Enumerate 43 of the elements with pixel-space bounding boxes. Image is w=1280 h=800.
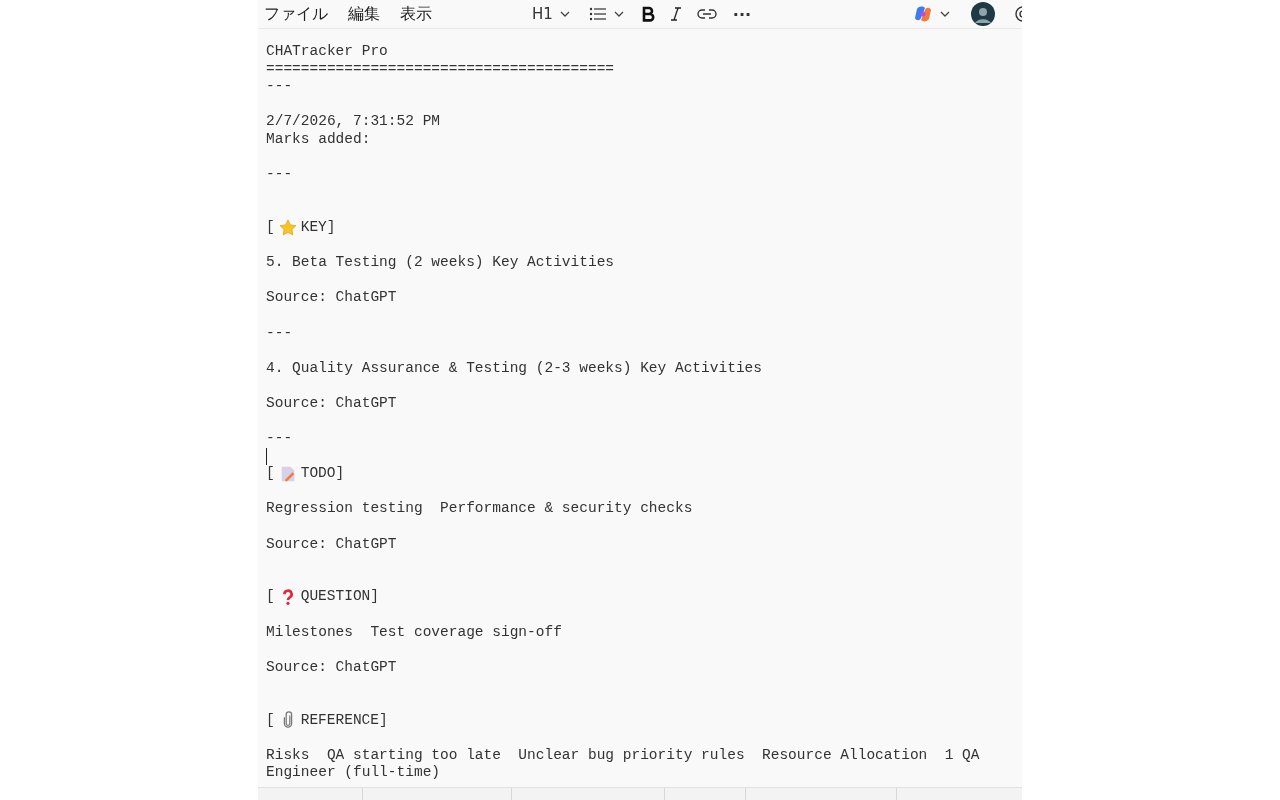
more-button[interactable]: ···: [730, 4, 754, 24]
heading-dropdown[interactable]: H1: [530, 5, 573, 23]
text-line: Source: ChatGPT: [266, 535, 398, 554]
chevron-down-icon: [612, 10, 625, 18]
text-line: Engineer (full-time): [266, 764, 442, 782]
text-line: 4. Quality Assurance & Testing (2-3 weeks) Key Activities: [266, 359, 763, 378]
tag-label: QUESTION]: [300, 588, 380, 606]
text-line: CHATracker Pro: [266, 43, 389, 61]
avatar[interactable]: [971, 2, 995, 26]
text-line: Regression testing Performance & security checks: [266, 500, 694, 519]
text-line: ---: [266, 324, 294, 343]
text-line: Milestones Test coverage sign-off: [266, 623, 563, 642]
text-line: Source: ChatGPT: [266, 289, 398, 307]
text-line: ---: [266, 166, 294, 184]
tag-label: KEY]: [300, 218, 336, 237]
bold-icon[interactable]: [640, 6, 655, 22]
menu-item[interactable]: 表示: [396, 3, 436, 25]
bracket: [: [266, 588, 275, 606]
bracket: [: [266, 711, 275, 730]
text-cursor: [266, 447, 267, 465]
bracket: [: [266, 465, 275, 483]
text-line: ---: [266, 78, 294, 96]
text-line: 2/7/2026, 7:31:52 PM: [266, 113, 442, 131]
tag-label: TODO]: [300, 465, 345, 483]
chevron-down-icon: [558, 10, 571, 18]
text-line: Marks added:: [266, 130, 372, 149]
text-line: Source: ChatGPT: [266, 394, 398, 413]
text-line: ========================================: [266, 60, 616, 79]
text-line: Risks QA starting too late Unclear bug priority rules Resource Allocation 1 QA: [266, 746, 981, 765]
settings-icon[interactable]: [1013, 4, 1022, 24]
chevron-down-icon: [939, 10, 951, 18]
copilot-icon: [913, 4, 933, 24]
menu-item[interactable]: 編集: [344, 3, 384, 25]
text-line: 5. Beta Testing (2 weeks) Key Activities: [266, 254, 616, 272]
text-line: ---: [266, 430, 294, 448]
italic-icon[interactable]: [668, 6, 683, 22]
link-icon[interactable]: [696, 8, 717, 20]
star-icon: [278, 218, 297, 237]
tag-label: REFERENCE]: [300, 711, 388, 730]
text-line: Source: ChatGPT: [266, 658, 398, 677]
bracket: [: [266, 218, 275, 237]
menu-item[interactable]: ファイル: [260, 3, 332, 25]
list-icon: [588, 7, 607, 21]
